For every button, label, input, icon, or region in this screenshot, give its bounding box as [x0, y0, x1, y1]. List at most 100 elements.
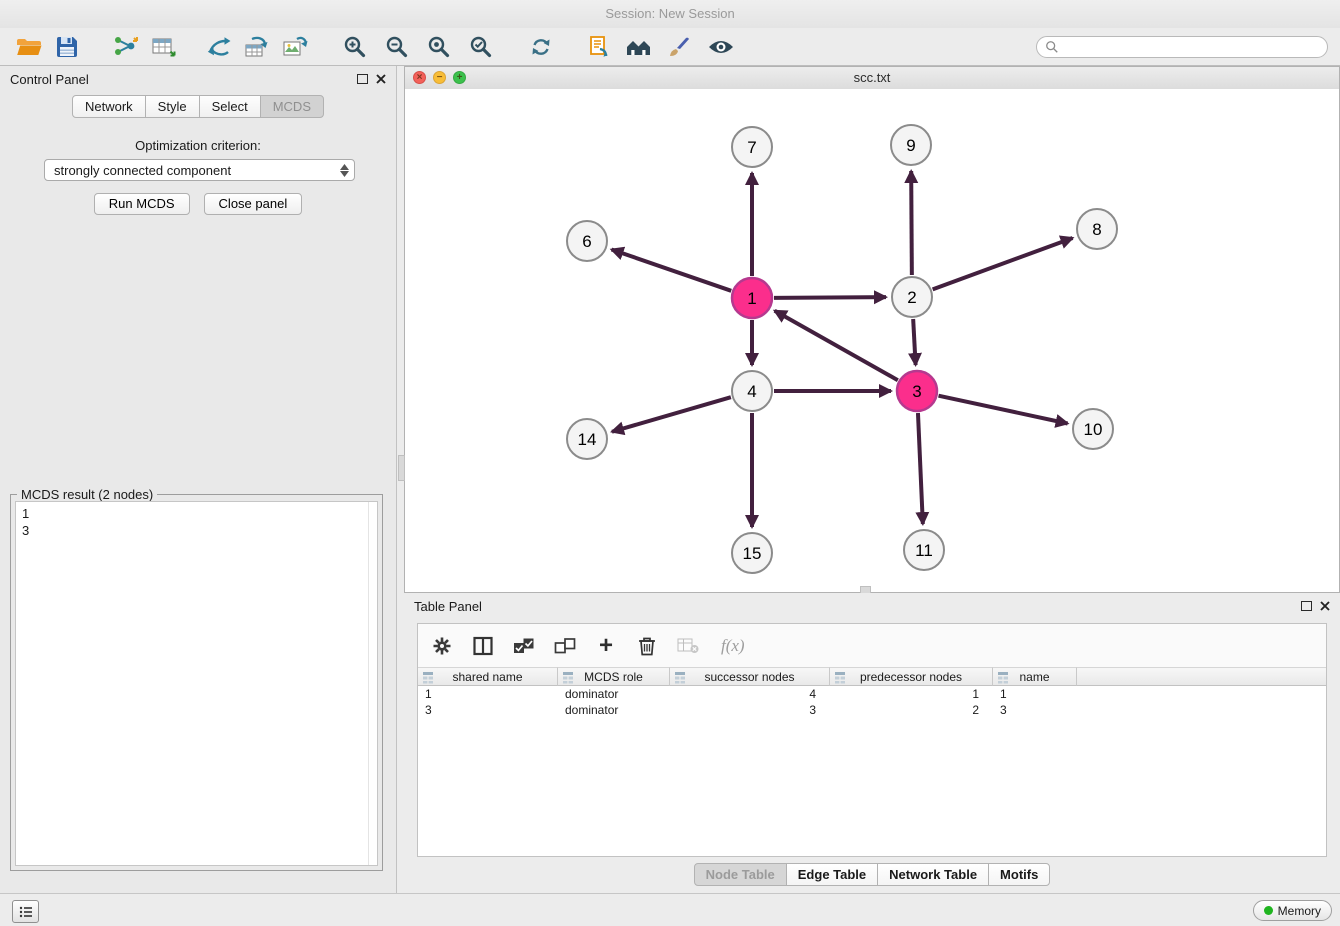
graph-node-6[interactable]: 6 — [567, 221, 607, 261]
list-icon — [19, 906, 33, 918]
optimization-criterion-label: Optimization criterion: — [0, 138, 396, 153]
table-cell: dominator — [558, 702, 670, 718]
table-row[interactable]: 3dominator323 — [418, 702, 1326, 718]
close-panel-icon[interactable] — [376, 74, 386, 84]
zoom-selected-icon[interactable] — [466, 32, 496, 62]
column-label: shared name — [452, 670, 522, 684]
network-graph[interactable]: 7 9 6 8 1 2 4 3 14 10 15 11 — [405, 89, 1339, 593]
column-header-shared-name[interactable]: shared name — [418, 667, 558, 686]
graph-node-2[interactable]: 2 — [892, 277, 932, 317]
graph-node-3[interactable]: 3 — [897, 371, 937, 411]
tab-network-table[interactable]: Network Table — [877, 863, 989, 886]
zoom-window-icon[interactable]: + — [453, 71, 466, 84]
graph-node-10[interactable]: 10 — [1073, 409, 1113, 449]
network-canvas[interactable]: 7 9 6 8 1 2 4 3 14 10 15 11 — [405, 89, 1339, 592]
vertical-splitter-handle[interactable] — [398, 455, 405, 481]
tab-motifs[interactable]: Motifs — [988, 863, 1050, 886]
graph-node-11[interactable]: 11 — [904, 530, 944, 570]
graph-edge-2-8[interactable] — [933, 238, 1073, 289]
minimize-window-icon[interactable]: − — [433, 71, 446, 84]
zoom-in-icon[interactable] — [340, 32, 370, 62]
tab-style[interactable]: Style — [145, 95, 200, 118]
control-panel: Control Panel NetworkStyleSelectMCDS Opt… — [0, 66, 397, 893]
trash-icon[interactable] — [635, 634, 659, 658]
control-panel-title: Control Panel — [10, 72, 89, 87]
graph-node-9[interactable]: 9 — [891, 125, 931, 165]
svg-text:10: 10 — [1084, 420, 1103, 439]
svg-text:15: 15 — [743, 544, 762, 563]
function-builder-icon[interactable]: f(x) — [721, 636, 745, 656]
graph-edge-3-1[interactable] — [775, 311, 898, 380]
column-header-name[interactable]: name — [993, 667, 1077, 686]
close-table-panel-icon[interactable] — [1320, 601, 1330, 611]
float-panel-icon[interactable] — [357, 74, 368, 84]
graph-edge-2-9[interactable] — [911, 171, 912, 275]
result-line: 1 — [22, 505, 371, 522]
gear-icon[interactable] — [430, 634, 454, 658]
column-type-icon — [834, 671, 846, 684]
tab-select[interactable]: Select — [199, 95, 261, 118]
document-arrow-icon[interactable] — [584, 32, 614, 62]
open-session-icon[interactable] — [14, 32, 44, 62]
zoom-out-icon[interactable] — [382, 32, 412, 62]
svg-text:7: 7 — [747, 138, 756, 157]
optimization-criterion-select[interactable]: strongly connected component — [44, 159, 355, 181]
svg-text:11: 11 — [915, 541, 933, 560]
image-arrow-icon[interactable] — [280, 32, 310, 62]
column-type-icon — [674, 671, 686, 684]
graph-node-15[interactable]: 15 — [732, 533, 772, 573]
graph-node-7[interactable]: 7 — [732, 127, 772, 167]
delete-table-icon[interactable] — [676, 634, 700, 658]
tab-network[interactable]: Network — [72, 95, 146, 118]
import-table-icon[interactable] — [148, 32, 178, 62]
result-line: 3 — [22, 522, 371, 539]
add-row-icon[interactable]: + — [594, 634, 618, 658]
search-box[interactable] — [1036, 36, 1328, 58]
column-header-mcds-role[interactable]: MCDS role — [558, 667, 670, 686]
column-header-successor-nodes[interactable]: successor nodes — [670, 667, 830, 686]
main-toolbar — [0, 28, 1340, 66]
memory-status-icon — [1264, 906, 1273, 915]
tab-edge-table[interactable]: Edge Table — [786, 863, 878, 886]
graph-edge-2-3[interactable] — [913, 319, 915, 365]
select-all-icon[interactable] — [512, 634, 536, 658]
graph-node-14[interactable]: 14 — [567, 419, 607, 459]
network-arrows-icon[interactable] — [204, 32, 234, 62]
double-home-icon[interactable] — [624, 32, 654, 62]
save-session-icon[interactable] — [52, 32, 82, 62]
column-label: MCDS role — [584, 670, 643, 684]
graph-node-4[interactable]: 4 — [732, 371, 772, 411]
search-input[interactable] — [1064, 38, 1319, 55]
paintbrush-icon[interactable] — [664, 32, 694, 62]
graph-edge-1-6[interactable] — [612, 249, 732, 290]
mcds-result-list[interactable]: 13 — [15, 501, 378, 866]
eye-icon[interactable] — [706, 32, 736, 62]
deselect-all-icon[interactable] — [553, 634, 577, 658]
column-header-predecessor-nodes[interactable]: predecessor nodes — [830, 667, 993, 686]
graph-edge-4-14[interactable] — [612, 397, 731, 432]
close-window-icon[interactable]: × — [413, 71, 426, 84]
float-table-panel-icon[interactable] — [1301, 601, 1312, 611]
control-panel-tabs: NetworkStyleSelectMCDS — [0, 95, 396, 118]
graph-edge-3-10[interactable] — [939, 396, 1068, 424]
close-panel-button[interactable]: Close panel — [204, 193, 303, 215]
tab-mcds[interactable]: MCDS — [260, 95, 324, 118]
tab-node-table[interactable]: Node Table — [694, 863, 787, 886]
graph-node-8[interactable]: 8 — [1077, 209, 1117, 249]
split-columns-icon[interactable] — [471, 634, 495, 658]
mcds-result-title: MCDS result (2 nodes) — [17, 487, 157, 502]
table-cell: 1 — [418, 686, 558, 702]
task-list-button[interactable] — [12, 900, 39, 923]
graph-edge-1-2[interactable] — [774, 297, 886, 298]
import-network-icon[interactable] — [110, 32, 140, 62]
graph-edge-3-11[interactable] — [918, 413, 923, 524]
memory-button[interactable]: Memory — [1253, 900, 1332, 921]
zoom-fit-icon[interactable] — [424, 32, 454, 62]
table-row[interactable]: 1dominator411 — [418, 686, 1326, 702]
graph-node-1[interactable]: 1 — [732, 278, 772, 318]
traffic-lights: × − + — [413, 71, 466, 84]
run-mcds-button[interactable]: Run MCDS — [94, 193, 190, 215]
control-panel-header: Control Panel — [0, 66, 396, 92]
refresh-layout-icon[interactable] — [526, 32, 556, 62]
table-arrow-icon[interactable] — [242, 32, 272, 62]
